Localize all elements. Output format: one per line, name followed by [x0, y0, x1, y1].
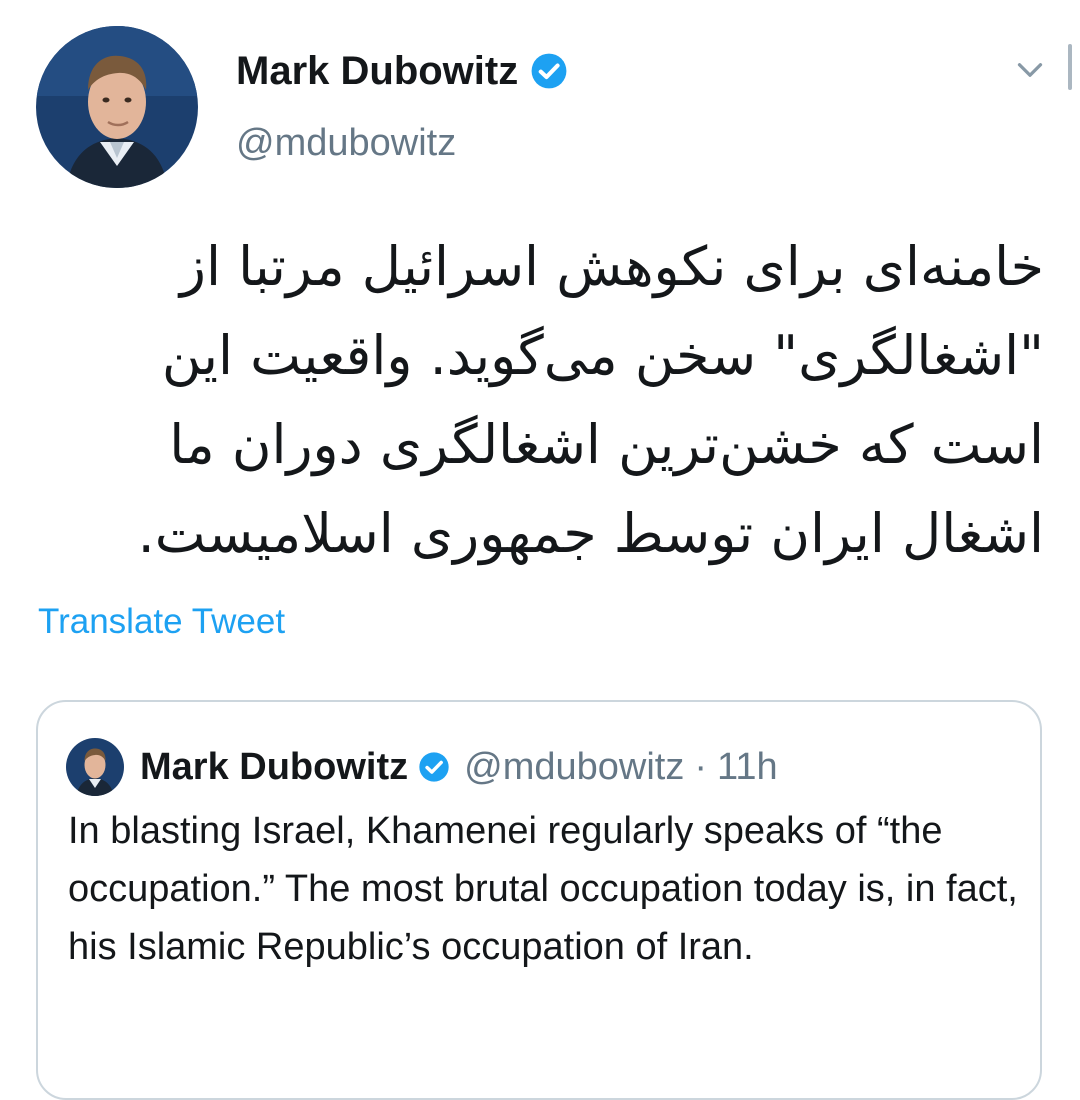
avatar[interactable] — [36, 26, 198, 188]
quoted-timestamp[interactable]: 11h — [717, 746, 778, 789]
quoted-tweet-header: Mark Dubowitz @mdubowitz · 11h — [66, 738, 778, 796]
avatar-image — [36, 26, 198, 188]
author-handle[interactable]: @mdubowitz — [236, 122, 456, 165]
quoted-author-handle[interactable]: @mdubowitz — [464, 746, 684, 789]
verified-badge-icon — [530, 52, 568, 90]
tweet[interactable]: Mark Dubowitz @mdubowitz خامنه‌ای برای ن… — [0, 0, 1080, 1100]
author-name-row: Mark Dubowitz — [236, 46, 568, 96]
quoted-tweet-card[interactable]: Mark Dubowitz @mdubowitz · 11h In blasti… — [36, 700, 1042, 1100]
quoted-verified-badge-icon — [418, 751, 450, 783]
quoted-tweet-text: In blasting Israel, Khamenei regularly s… — [68, 810, 1018, 968]
author-display-name[interactable]: Mark Dubowitz — [236, 49, 518, 94]
chevron-down-icon[interactable] — [1012, 52, 1048, 88]
translate-tweet-link[interactable]: Translate Tweet — [38, 602, 285, 642]
scroll-indicator — [1068, 44, 1072, 90]
tweet-text: خامنه‌ای برای نکوهش اسرائیل مرتبا از "اش… — [137, 235, 1044, 565]
separator-dot: · — [694, 745, 707, 788]
quoted-avatar — [66, 738, 124, 796]
quoted-author-display-name[interactable]: Mark Dubowitz — [140, 746, 408, 789]
